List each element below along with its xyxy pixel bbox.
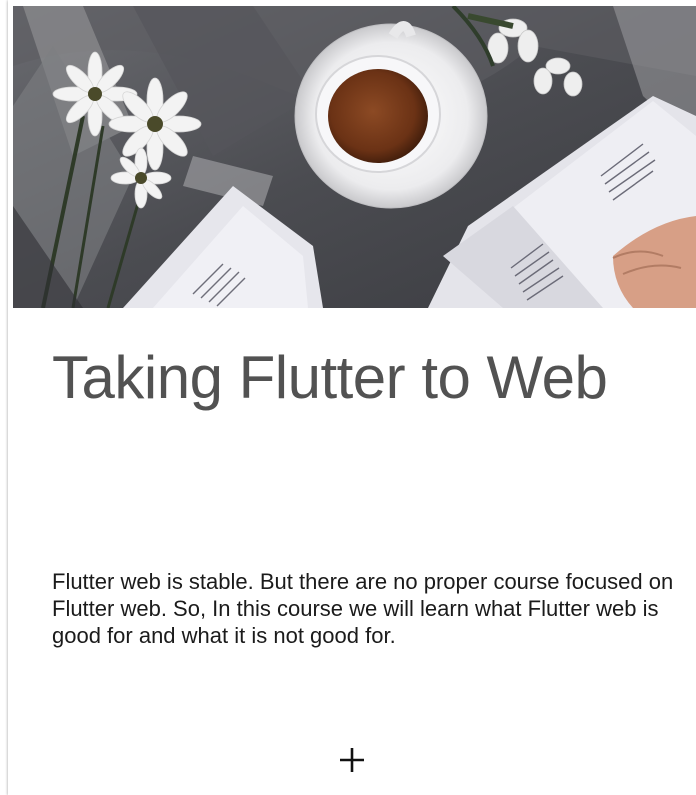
plus-icon (340, 748, 364, 772)
course-description: Flutter web is stable. But there are no … (52, 569, 674, 648)
course-title: Taking Flutter to Web (52, 344, 608, 411)
add-course-button[interactable] (328, 736, 376, 784)
cover-photo-illustration (13, 6, 696, 308)
course-cover-image (13, 6, 696, 308)
course-card[interactable]: Taking Flutter to Web Flutter web is sta… (8, 0, 696, 795)
page: Taking Flutter to Web Flutter web is sta… (0, 0, 696, 795)
